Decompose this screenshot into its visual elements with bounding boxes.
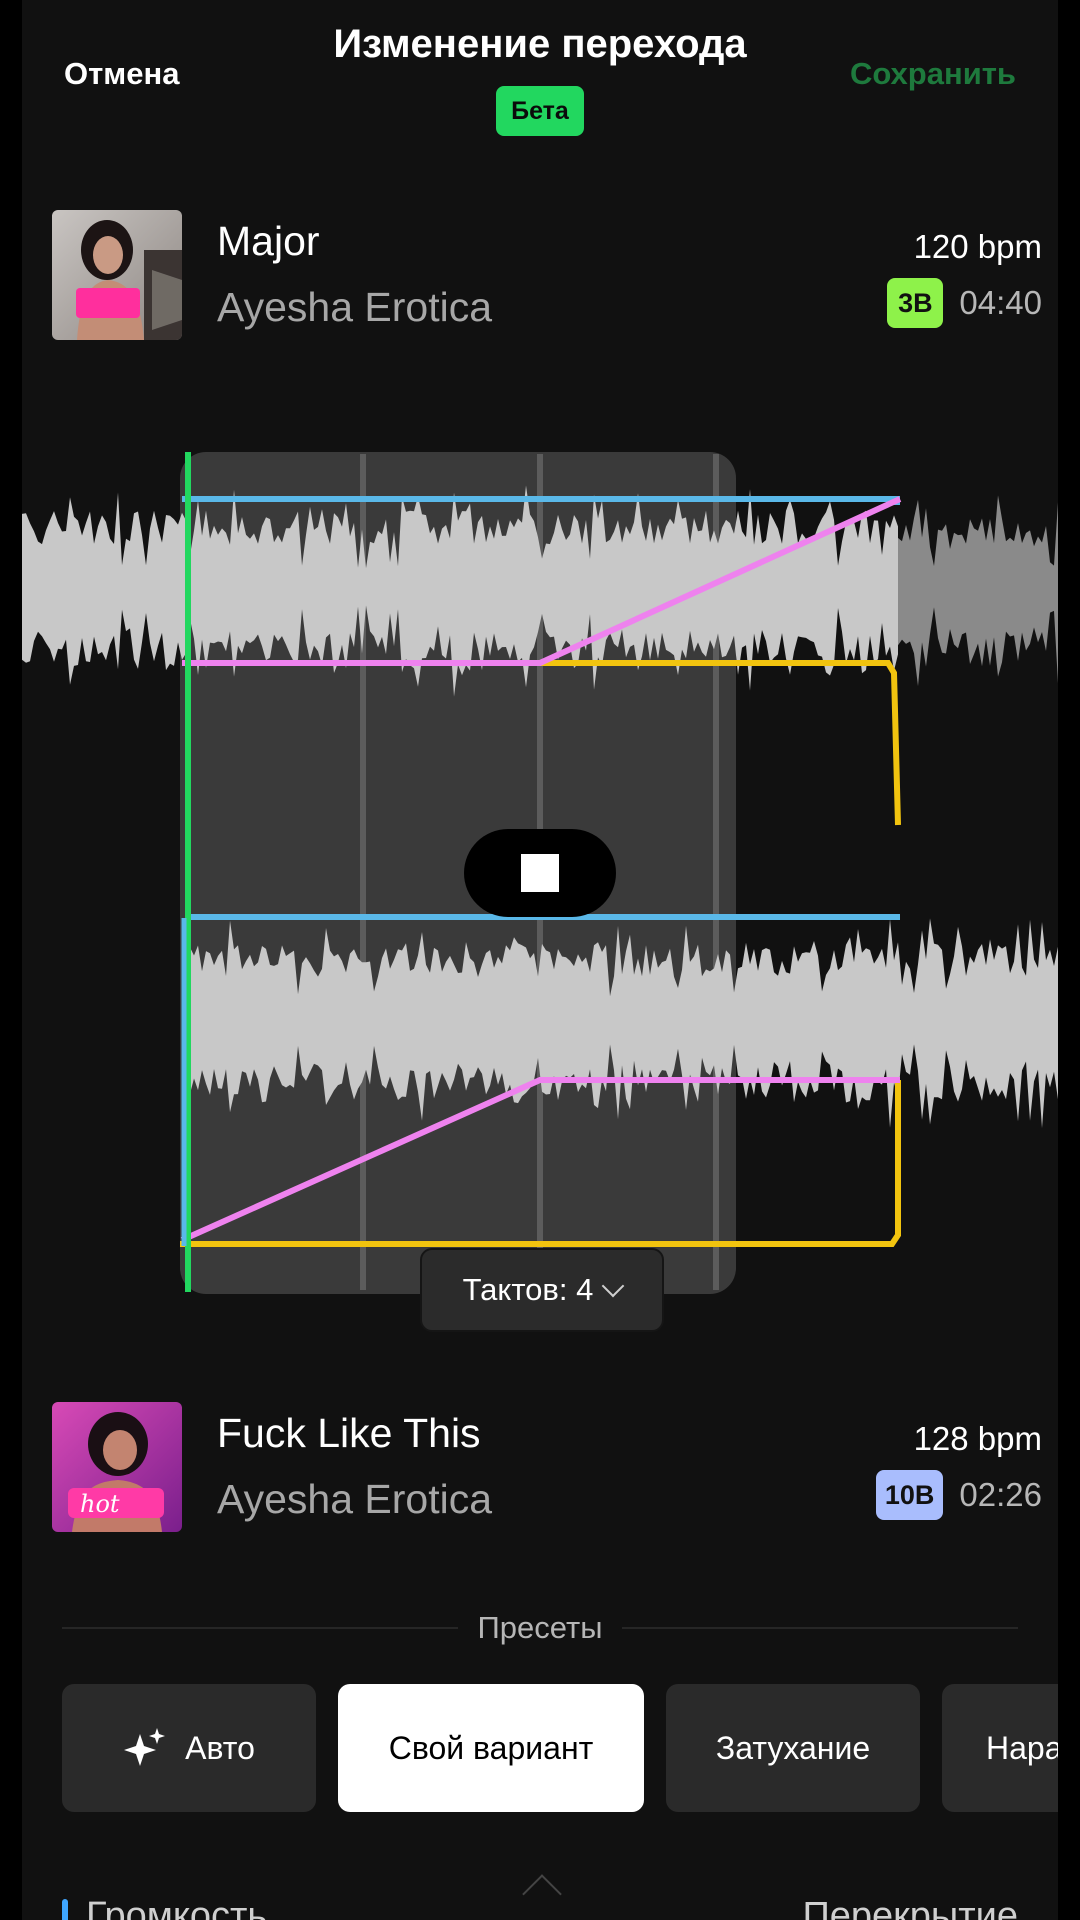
album-cover-fuck-like-this: hot bbox=[52, 1402, 182, 1532]
stop-icon bbox=[521, 854, 559, 892]
track-bpm: 120 bpm bbox=[913, 228, 1042, 265]
save-button[interactable]: Сохранить bbox=[850, 56, 1016, 92]
track-title: Fuck Like This bbox=[217, 1410, 481, 1456]
outgoing-track[interactable]: Major Ayesha Erotica 120 bpm 3B 04:40 bbox=[52, 210, 1042, 340]
album-cover-major bbox=[52, 210, 182, 340]
preset-label: Авто bbox=[185, 1729, 255, 1766]
preset-auto-button[interactable]: Авто bbox=[62, 1684, 316, 1812]
divider bbox=[62, 1627, 458, 1629]
volume-tab[interactable]: Громкость bbox=[62, 1895, 267, 1920]
preset-label: Затухание bbox=[715, 1729, 871, 1766]
crossfade-dropdown[interactable]: Перекрытие bbox=[802, 1895, 1018, 1920]
bars-count-dropdown[interactable]: Тактов: 4 bbox=[420, 1248, 664, 1332]
bars-count-label: Тактов: 4 bbox=[462, 1272, 594, 1307]
track-duration: 04:40 bbox=[959, 284, 1042, 321]
presets-header: Пресеты bbox=[62, 1608, 1018, 1648]
stop-button[interactable] bbox=[464, 829, 616, 917]
track-artist: Ayesha Erotica bbox=[217, 284, 493, 330]
camelot-key-badge: 3B bbox=[887, 278, 944, 328]
track-duration: 02:26 bbox=[959, 1476, 1042, 1513]
volume-label: Громкость bbox=[86, 1895, 268, 1920]
volume-color-marker bbox=[62, 1898, 68, 1920]
sparkle-icon bbox=[124, 1728, 166, 1766]
track-title: Major bbox=[217, 218, 320, 264]
chevron-down-icon bbox=[602, 1274, 625, 1298]
track-artist: Ayesha Erotica bbox=[217, 1476, 493, 1522]
svg-text:hot: hot bbox=[80, 1490, 120, 1518]
transition-waveform-editor[interactable]: Тактов: 4 bbox=[22, 440, 1058, 1340]
preset-label: Нарастание bbox=[986, 1729, 1058, 1766]
camelot-key-badge: 10B bbox=[875, 1470, 944, 1520]
preset-label: Свой вариант bbox=[388, 1729, 594, 1766]
presets-label: Пресеты bbox=[477, 1610, 603, 1645]
incoming-track[interactable]: hot Fuck Like This Ayesha Erotica 128 bp… bbox=[52, 1402, 1042, 1532]
preset-custom-button[interactable]: Свой вариант bbox=[338, 1684, 644, 1812]
divider bbox=[622, 1627, 1018, 1629]
transition-editor-screen: Отмена Изменение перехода Бета Сохранить… bbox=[22, 0, 1058, 1920]
beta-badge: Бета bbox=[496, 86, 584, 136]
parameters-row: Громкость Перекрытие bbox=[62, 1895, 1018, 1920]
track-bpm: 128 bpm bbox=[913, 1420, 1042, 1457]
preset-build-button[interactable]: Нарастание bbox=[942, 1684, 1058, 1812]
preset-fade-button[interactable]: Затухание bbox=[666, 1684, 920, 1812]
presets-row[interactable]: Авто Свой вариант Затухание Нарастание bbox=[62, 1684, 1058, 1812]
